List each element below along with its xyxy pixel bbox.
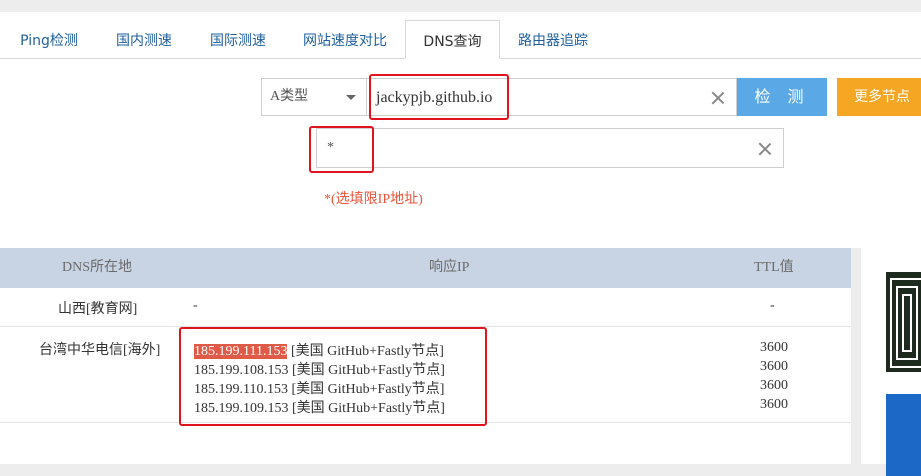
- ip-input-value: *: [327, 140, 334, 155]
- ip-result-line: 185.199.109.153 [美国 GitHub+Fastly节点]: [194, 397, 445, 417]
- ip-desc: [美国 GitHub+Fastly节点]: [292, 401, 445, 416]
- table-row: 台湾中华电信[海外] 185.199.111.153 [美国 GitHub+Fa…: [0, 326, 851, 423]
- header-dns-location: DNS所在地: [62, 260, 133, 275]
- ip-result-line: 185.199.111.153 [美国 GitHub+Fastly节点]: [194, 340, 444, 360]
- main-panel: Ping检测 国内测速 国际测速 网站速度对比 DNS查询 路由器追踪 A类型 …: [0, 12, 921, 476]
- domain-input-value: jackypjb.github.io: [376, 89, 493, 106]
- ip-result-line: 185.199.110.153 [美国 GitHub+Fastly节点]: [194, 378, 444, 398]
- tab-domestic-speed[interactable]: 国内测速: [104, 20, 184, 58]
- check-button[interactable]: 检 测: [737, 78, 827, 116]
- tab-ping[interactable]: Ping检测: [10, 20, 88, 58]
- ip-address: 185.199.110.153: [194, 382, 288, 397]
- highlighted-ip: 185.199.111.153: [194, 344, 288, 359]
- ttl-value: 3600: [760, 397, 788, 412]
- ip-input[interactable]: *: [316, 128, 784, 168]
- ip-desc: [美国 GitHub+Fastly节点]: [290, 344, 444, 359]
- row-location: 山西[教育网]: [58, 302, 138, 317]
- ip-hint: *(选填限IP地址): [324, 192, 423, 207]
- ip-address: 185.199.108.153: [194, 363, 289, 378]
- side-divider: [851, 248, 861, 464]
- ttl-value: 3600: [760, 359, 788, 374]
- ip-desc: [美国 GitHub+Fastly节点]: [292, 363, 445, 378]
- side-ad-image[interactable]: [886, 272, 921, 372]
- ip-desc: [美国 GitHub+Fastly节点]: [291, 382, 445, 397]
- header-ttl: TTL值: [754, 260, 794, 275]
- results-table-header: DNS所在地 响应IP TTL值: [0, 248, 851, 288]
- tab-traceroute[interactable]: 路由器追踪: [508, 20, 598, 58]
- tab-international-speed[interactable]: 国际测速: [198, 20, 278, 58]
- ttl-value: 3600: [760, 340, 788, 355]
- chevron-down-icon: [346, 95, 356, 100]
- tab-bar: Ping检测 国内测速 国际测速 网站速度对比 DNS查询 路由器追踪: [0, 20, 921, 59]
- tab-dns-query[interactable]: DNS查询: [405, 20, 500, 59]
- record-type-value: A类型: [270, 89, 309, 104]
- header-response-ip: 响应IP: [429, 260, 470, 275]
- row-location: 台湾中华电信[海外]: [39, 343, 161, 358]
- record-type-select[interactable]: A类型: [261, 78, 367, 116]
- row-ttl: -: [770, 298, 775, 313]
- table-row: 山西[教育网] - -: [0, 288, 851, 327]
- ip-result-line: 185.199.108.153 [美国 GitHub+Fastly节点]: [194, 359, 445, 379]
- ip-address: 185.199.109.153: [194, 401, 289, 416]
- domain-input[interactable]: jackypjb.github.io: [367, 78, 737, 116]
- row-ip: -: [193, 298, 198, 313]
- ttl-value: 3600: [760, 378, 788, 393]
- clear-domain-icon[interactable]: [711, 91, 725, 105]
- more-nodes-button[interactable]: 更多节点: [837, 78, 921, 116]
- clear-ip-icon[interactable]: [758, 142, 772, 156]
- tab-speed-compare[interactable]: 网站速度对比: [292, 20, 398, 58]
